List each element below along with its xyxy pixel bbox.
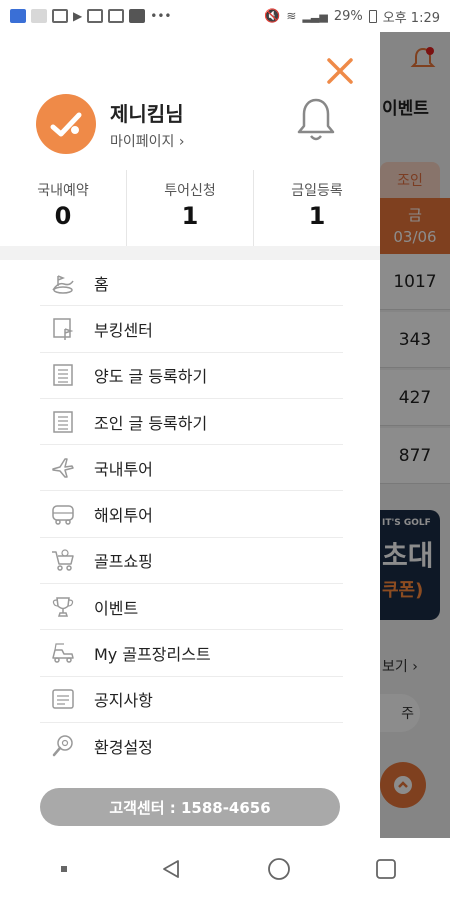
- list-icon: [50, 409, 76, 435]
- mypage-link[interactable]: 마이페이지 ›: [110, 131, 184, 151]
- stat-tour-request[interactable]: 투어신청 1: [127, 170, 254, 246]
- menu-label: 양도 글 등록하기: [94, 367, 208, 387]
- stat-label: 금일등록: [291, 183, 343, 199]
- scroll-top-icon: [380, 762, 426, 808]
- bg-join-tab: 조인: [380, 162, 440, 198]
- more-icon: •••: [150, 9, 172, 23]
- menu-label: 해외투어: [94, 506, 153, 526]
- bg-count-cell: 1017: [380, 254, 450, 310]
- battery-percent: 29%: [333, 8, 363, 24]
- menu-label: 국내투어: [94, 459, 153, 479]
- bg-banner-title: 초대: [382, 539, 434, 572]
- notification-icons: ▶ •••: [10, 9, 171, 23]
- profile-section: 제니킴님 마이페이지 ›: [36, 94, 184, 154]
- customer-center-button[interactable]: 고객센터 : 1588-4656: [40, 788, 340, 826]
- system-nav-bar: [0, 838, 450, 900]
- bus-icon: [50, 501, 76, 527]
- menu-label: My 골프장리스트: [94, 645, 211, 665]
- menu-label: 환경설정: [94, 738, 153, 758]
- golf-check-icon: [50, 112, 82, 137]
- stats-bar: 국내예약 0 투어신청 1 금일등록 1: [0, 170, 380, 246]
- clock: 오후 1:29: [382, 10, 440, 26]
- menu-item-golf-shopping[interactable]: 골프쇼핑: [40, 538, 343, 585]
- avatar: [36, 94, 96, 154]
- bg-chip: 주: [380, 694, 420, 732]
- notice-icon: [50, 686, 76, 712]
- mail-icon: [87, 9, 104, 23]
- stat-domestic-booking[interactable]: 국내예약 0: [0, 170, 127, 246]
- menu-item-my-golf-list[interactable]: My 골프장리스트: [40, 630, 343, 677]
- menu-item-join-post[interactable]: 조인 글 등록하기: [40, 399, 343, 446]
- bg-date-day: 금: [408, 206, 422, 224]
- menu-item-home[interactable]: 홈: [40, 260, 343, 307]
- divider: [0, 246, 380, 260]
- nav-dot-icon[interactable]: [44, 849, 84, 889]
- menu-item-transfer-post[interactable]: 양도 글 등록하기: [40, 353, 343, 399]
- menu-label: 이벤트: [94, 598, 139, 618]
- mute-icon: 🔇: [264, 8, 281, 24]
- image-icon: [52, 9, 68, 23]
- app-notification-icon: [10, 9, 26, 23]
- settings-icon: [50, 733, 76, 759]
- bg-date-header: 금 03/06: [380, 198, 450, 254]
- bg-more-link: 보기 ›: [382, 659, 418, 675]
- menu-item-event[interactable]: 이벤트: [40, 584, 343, 631]
- menu-label: 부킹센터: [94, 320, 153, 340]
- airplane-icon: [50, 455, 76, 481]
- cart-icon: [50, 547, 76, 573]
- stat-label: 투어신청: [164, 183, 216, 199]
- back-icon[interactable]: [151, 849, 191, 889]
- trophy-icon: [50, 594, 76, 620]
- bg-event-label: 이벤트: [382, 99, 429, 119]
- bg-count-cell: 877: [380, 428, 450, 484]
- flag-icon: [50, 316, 76, 342]
- menu-label: 홈: [94, 274, 109, 294]
- mail-icon: [108, 9, 125, 23]
- youtube-icon: [129, 9, 146, 23]
- bg-promo-banner: IT'S GOLF 초대 쿠폰): [380, 510, 440, 620]
- close-icon[interactable]: [323, 54, 357, 88]
- drawer-menu: 홈 부킹센터 양도 글 등록하기 조인 글 등록하기 국내투어 해외투어 골프쇼…: [40, 260, 343, 769]
- menu-item-overseas-tour[interactable]: 해외투어: [40, 491, 343, 538]
- stat-today-registered[interactable]: 금일등록 1: [254, 170, 380, 246]
- menu-label: 공지사항: [94, 691, 153, 711]
- golf-home-icon: [50, 270, 76, 296]
- list-icon: [50, 362, 76, 388]
- battery-icon: [368, 9, 377, 23]
- menu-label: 조인 글 등록하기: [94, 413, 208, 433]
- app-notification-icon: [31, 9, 47, 23]
- stat-value: 1: [181, 202, 199, 230]
- bg-banner-brand: IT'S GOLF: [382, 518, 431, 528]
- stat-value: 0: [54, 202, 72, 230]
- bell-icon[interactable]: [294, 96, 338, 146]
- bg-banner-sub: 쿠폰): [382, 580, 424, 601]
- bell-icon: [410, 47, 436, 67]
- menu-item-booking-center[interactable]: 부킹센터: [40, 306, 343, 353]
- home-icon[interactable]: [259, 849, 299, 889]
- golf-cart-icon: [50, 640, 76, 666]
- wifi-icon: ≋: [286, 9, 297, 23]
- menu-label: 골프쇼핑: [94, 552, 153, 572]
- menu-item-notice[interactable]: 공지사항: [40, 677, 343, 723]
- bg-date: 03/06: [393, 228, 437, 246]
- side-drawer: 제니킴님 마이페이지 › 국내예약 0 투어신청 1 금일등록 1 홈 부킹센터…: [0, 32, 380, 838]
- background-app: 이벤트 조인 금 03/06 1017 343 427 877 IT'S GOL…: [380, 32, 450, 838]
- stat-value: 1: [308, 202, 326, 230]
- play-icon: ▶: [73, 9, 83, 23]
- menu-item-settings[interactable]: 환경설정: [40, 723, 343, 769]
- bg-count-cell: 343: [380, 312, 450, 368]
- recents-icon[interactable]: [366, 849, 406, 889]
- bg-count-cell: 427: [380, 370, 450, 426]
- signal-icon: ▂▃▅: [302, 9, 328, 23]
- status-bar: ▶ ••• 🔇 ≋ ▂▃▅ 29% 오후 1:29: [0, 0, 450, 32]
- menu-item-domestic-tour[interactable]: 국내투어: [40, 445, 343, 492]
- stat-label: 국내예약: [37, 183, 89, 199]
- user-name: 제니킴님: [110, 101, 184, 126]
